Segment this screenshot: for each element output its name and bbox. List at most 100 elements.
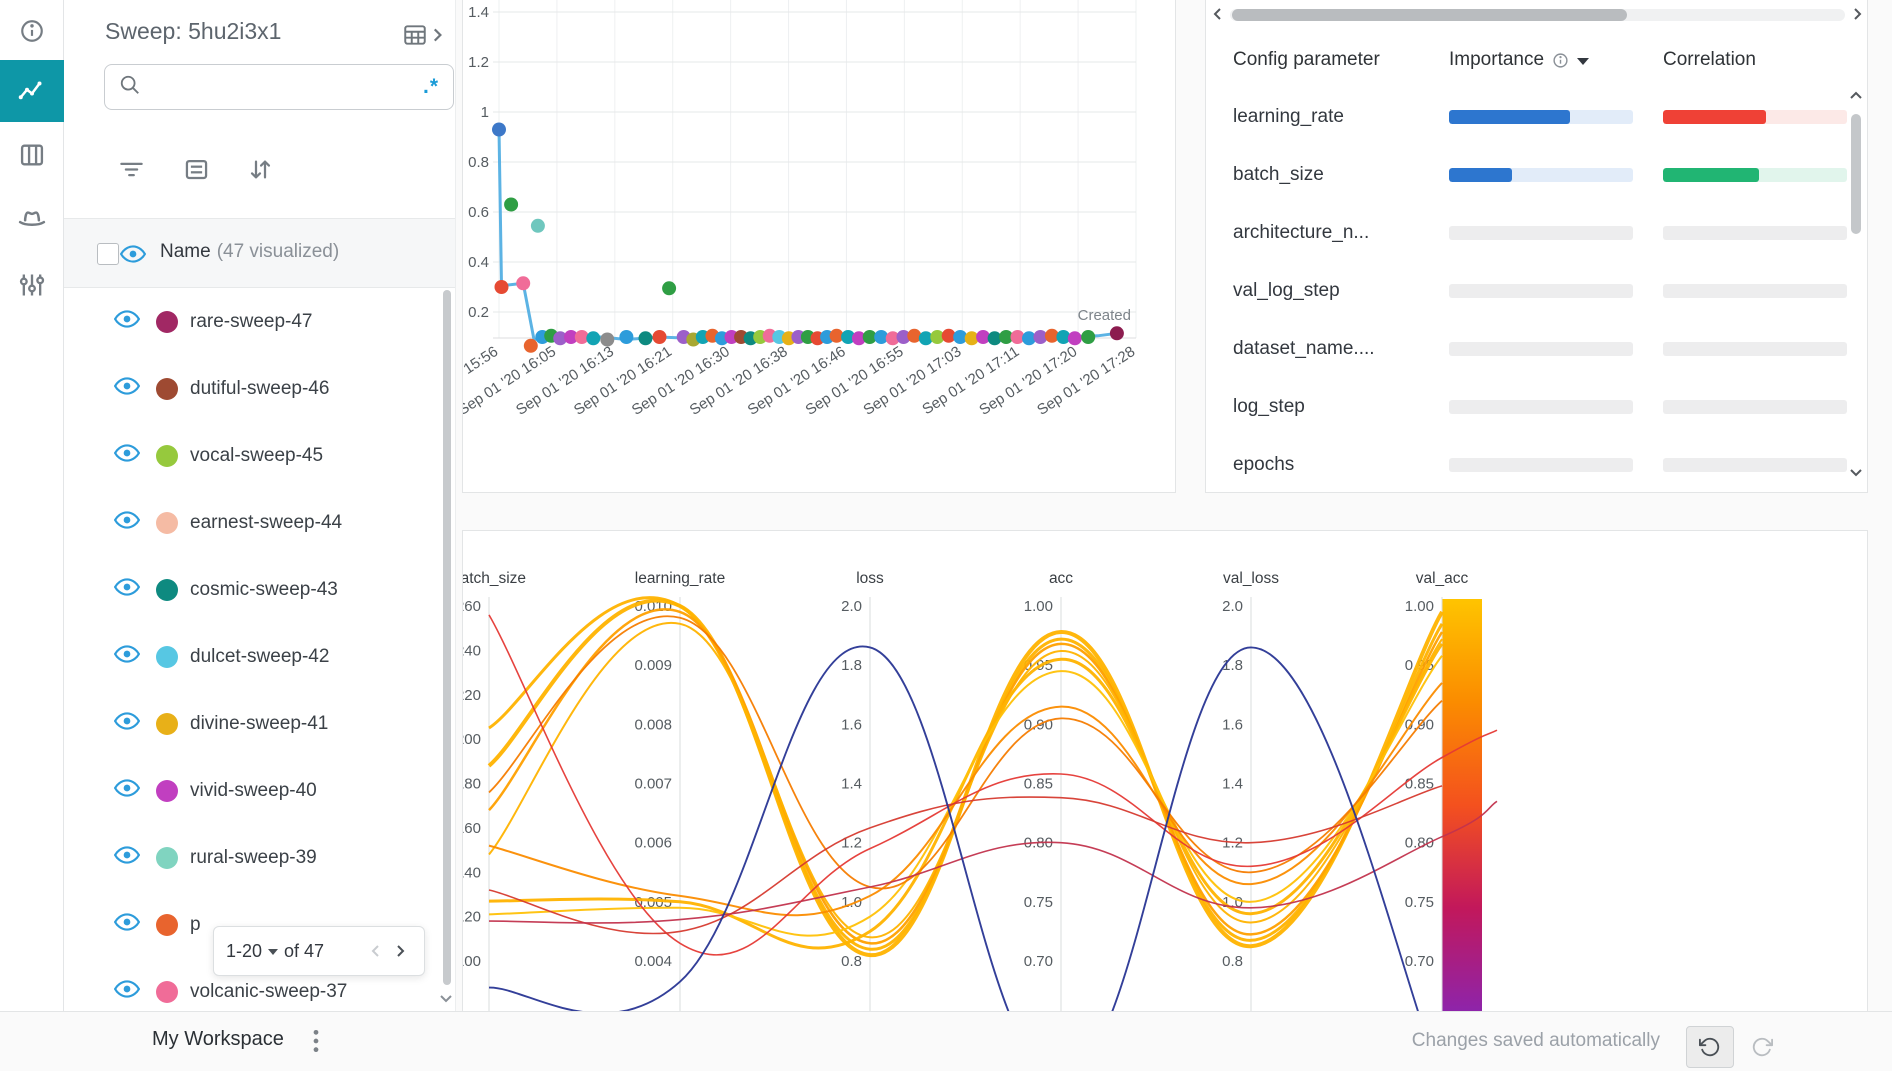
runs-toolbar [64,150,456,194]
scroll-left-chevron-icon[interactable] [1210,6,1226,27]
run-row[interactable]: rare-sweep-47 [64,288,456,355]
run-row[interactable]: dutiful-sweep-46 [64,355,456,422]
scroll-down-chevron-icon[interactable] [439,992,453,1010]
run-visibility-eye-icon[interactable] [114,444,140,467]
filter-icon[interactable] [118,156,145,188]
svg-text:0.70: 0.70 [1024,953,1053,970]
run-name[interactable]: vivid-sweep-40 [190,780,317,802]
select-all-checkbox[interactable] [97,243,119,265]
svg-text:0.2: 0.2 [468,304,489,321]
prev-page-button[interactable] [364,939,388,963]
redo-button[interactable] [1738,1026,1786,1068]
run-name[interactable]: cosmic-sweep-43 [190,579,338,601]
importance-sort-header[interactable]: Importance [1449,49,1589,71]
run-name[interactable]: dulcet-sweep-42 [190,646,329,668]
svg-text:2.0: 2.0 [1222,598,1243,615]
page-size-caret-icon[interactable] [268,949,278,955]
importance-bar [1449,458,1633,472]
run-visibility-eye-icon[interactable] [114,511,140,534]
run-name[interactable]: rare-sweep-47 [190,311,313,333]
importance-bar [1449,400,1633,414]
parallel-coordinates-chart[interactable]: batch_size260240220200180160140120100lea… [463,531,1867,1011]
info-icon[interactable] [0,0,64,62]
panels-nav-icon[interactable] [0,124,64,186]
expand-chevron-icon[interactable] [430,26,444,49]
svg-text:0.75: 0.75 [1405,894,1434,911]
scroll-up-chevron-icon[interactable] [1848,88,1864,109]
page-range[interactable]: 1-20 [226,941,262,962]
search-input[interactable] [151,77,413,97]
run-row[interactable]: divine-sweep-41 [64,690,456,757]
svg-text:260: 260 [463,598,481,615]
run-row[interactable]: vocal-sweep-45 [64,422,456,489]
scroll-right-chevron-icon[interactable] [1849,6,1865,27]
info-circle-icon [1552,52,1569,69]
vscrollbar-thumb[interactable] [1851,114,1861,234]
importance-table: learning_ratebatch_sizearchitecture_n...… [1206,88,1846,494]
next-page-button[interactable] [388,939,412,963]
charts-nav-icon[interactable] [0,60,64,122]
run-visibility-eye-icon[interactable] [114,645,140,668]
run-visibility-eye-icon[interactable] [114,779,140,802]
importance-bar [1449,110,1633,124]
run-color-dot [156,780,178,802]
workspace-menu-kebab-icon[interactable] [312,1028,320,1059]
svg-text:160: 160 [463,820,481,837]
created-chart[interactable]: 1.41.210.80.60.40.2Sep 01 '20 15:56Sep 0… [463,0,1175,491]
sort-icon[interactable] [247,156,274,188]
run-color-dot [156,847,178,869]
svg-text:1.6: 1.6 [841,716,862,733]
group-icon[interactable] [183,156,210,188]
sidebar-scrollbar[interactable] [443,290,451,985]
hscrollbar-thumb[interactable] [1232,9,1627,21]
run-visibility-eye-icon[interactable] [114,980,140,1003]
run-name[interactable]: earnest-sweep-44 [190,512,342,534]
svg-text:0.8: 0.8 [468,154,489,171]
svg-text:1: 1 [481,104,489,121]
run-row[interactable]: earnest-sweep-44 [64,489,456,556]
regex-toggle[interactable]: .* [423,75,439,99]
svg-text:1.8: 1.8 [841,657,862,674]
save-status: Changes saved automatically [1412,1030,1660,1052]
run-row[interactable]: vivid-sweep-40 [64,757,456,824]
run-name[interactable]: vocal-sweep-45 [190,445,323,467]
svg-text:Sep 01 '20 16:30: Sep 01 '20 16:30 [629,343,733,419]
sliders-nav-icon[interactable] [0,254,64,316]
undo-button[interactable] [1686,1026,1734,1068]
run-search-box: .* [104,64,454,110]
run-name[interactable]: rural-sweep-39 [190,847,317,869]
run-row[interactable]: dulcet-sweep-42 [64,623,456,690]
run-visibility-eye-icon[interactable] [114,712,140,735]
importance-bar [1449,226,1633,240]
run-visibility-eye-icon[interactable] [114,377,140,400]
svg-text:batch_size: batch_size [463,570,526,587]
run-visibility-eye-icon[interactable] [114,310,140,333]
run-row[interactable]: cosmic-sweep-43 [64,556,456,623]
importance-row: epochs [1206,436,1846,494]
workspace-name[interactable]: My Workspace [152,1028,284,1051]
run-visibility-eye-icon[interactable] [114,578,140,601]
nav-rail [0,0,64,1011]
run-color-dot [156,579,178,601]
run-name[interactable]: divine-sweep-41 [190,713,328,735]
run-color-dot [156,713,178,735]
run-visibility-eye-icon[interactable] [114,846,140,869]
parameter-importance-panel: Config parameter Importance Correlation … [1205,0,1868,493]
svg-text:Sep 01 '20 16:55: Sep 01 '20 16:55 [803,343,907,419]
importance-row: architecture_n... [1206,204,1846,262]
run-name[interactable]: p [190,914,201,936]
run-name[interactable]: dutiful-sweep-46 [190,378,329,400]
run-name[interactable]: volcanic-sweep-37 [190,981,347,1003]
runs-sidebar: Sweep: 5hu2i3x1 .* [64,0,456,1011]
svg-text:0.006: 0.006 [634,835,672,852]
scroll-down-chevron-icon[interactable] [1848,464,1864,485]
svg-text:0.004: 0.004 [634,953,672,970]
run-visibility-eye-icon[interactable] [114,913,140,936]
sweeps-hat-icon[interactable] [0,188,64,250]
svg-text:Created: Created [1078,307,1131,324]
sweep-table-icon[interactable] [402,22,428,53]
svg-text:val_acc: val_acc [1416,570,1469,587]
run-color-dot [156,445,178,467]
run-row[interactable]: rural-sweep-39 [64,824,456,891]
visibility-all-eye-icon[interactable] [120,245,146,268]
